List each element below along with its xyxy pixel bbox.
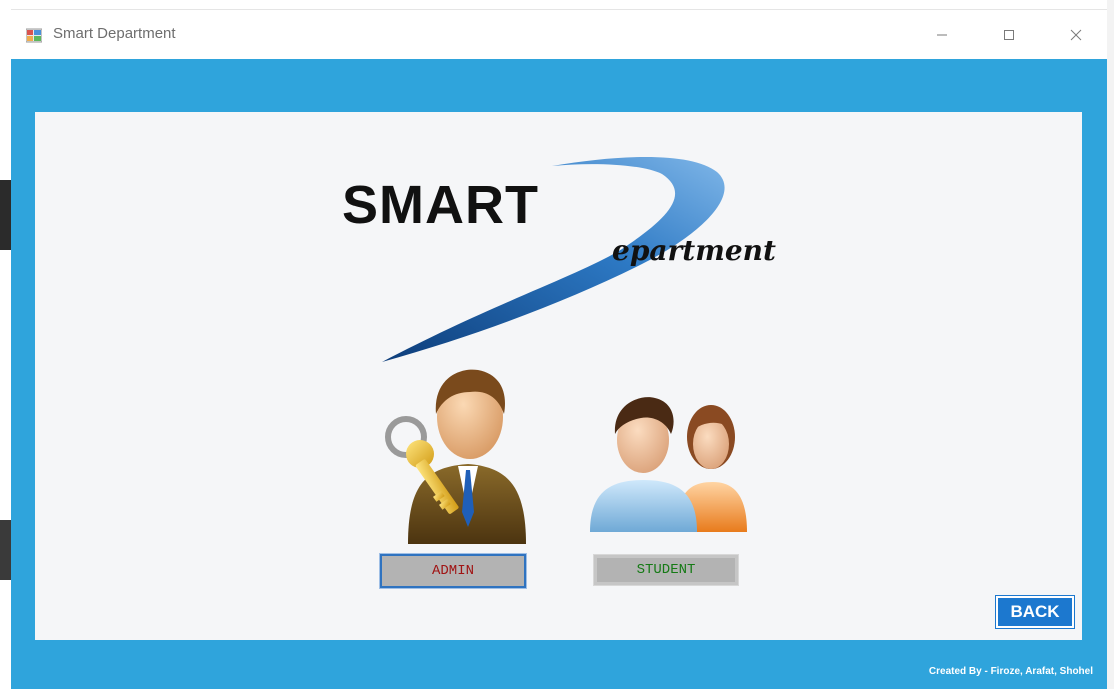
credit-text: Created By - Firoze, Arafat, Shohel: [928, 666, 1093, 677]
title-bar[interactable]: Smart Department: [11, 9, 1107, 59]
logo-main-text: SMART: [342, 175, 539, 235]
maximize-button[interactable]: [976, 10, 1042, 59]
close-icon: [1070, 29, 1082, 40]
app-icon: [26, 28, 42, 43]
admin-button[interactable]: ADMIN: [379, 553, 527, 589]
minimize-button[interactable]: [909, 10, 975, 59]
close-button[interactable]: [1043, 10, 1109, 59]
students-icon: [590, 397, 747, 532]
logo-secondary-text: epartment: [612, 234, 776, 267]
desktop-left-edge: [0, 0, 11, 689]
smart-department-logo: SMART epartment: [322, 154, 792, 372]
window-title: Smart Department: [53, 25, 176, 42]
maximize-icon: [1004, 29, 1014, 40]
desktop-edge-shadow: [0, 180, 11, 250]
desktop-right-edge: [1107, 0, 1114, 689]
back-button[interactable]: BACK: [996, 596, 1074, 628]
student-button[interactable]: STUDENT: [593, 554, 739, 586]
content-panel: SMART epartment ADMIN STUDENT BACK: [35, 112, 1082, 640]
desktop-edge-shadow: [0, 520, 11, 580]
minimize-icon: [937, 34, 947, 35]
main-window: Smart Department SMART epartment ADMIN S…: [11, 9, 1107, 689]
admin-key-icon: [385, 369, 526, 544]
